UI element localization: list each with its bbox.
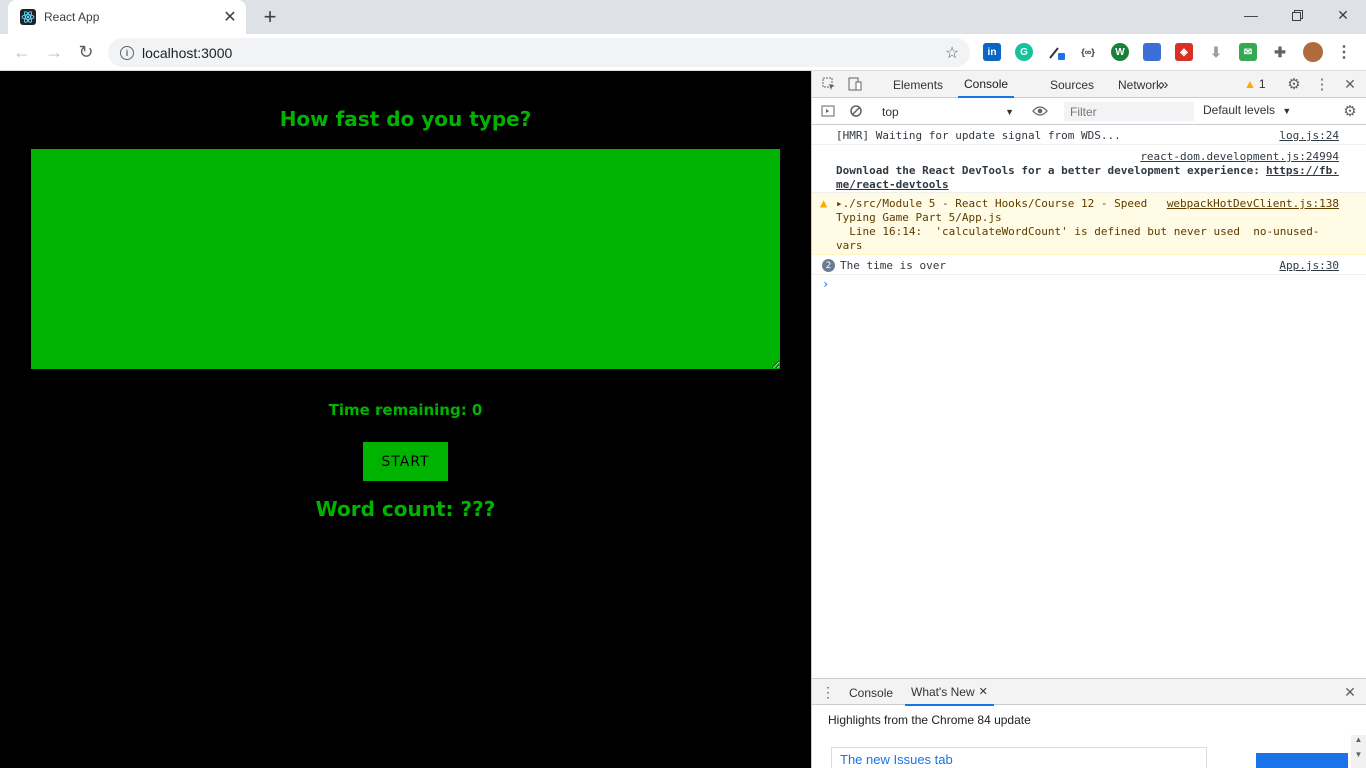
console-message: react-dom.development.js:24994 Download …	[812, 145, 1366, 193]
shield-icon[interactable]: ◈	[1175, 43, 1193, 61]
plus-icon[interactable]: +	[258, 4, 282, 29]
console-prompt[interactable]: ›	[822, 277, 829, 291]
warning-counter[interactable]: ▲ 1	[1244, 77, 1266, 91]
source-link[interactable]: log.js:24	[1279, 129, 1339, 142]
linkedin-icon[interactable]: in	[983, 43, 1001, 61]
browser-tab-strip: React App ✕ + — ✕	[0, 0, 1366, 34]
devtools-drawer-bar: ⋮ Console What's New ✕ ✕	[812, 678, 1366, 706]
devtools-panel: Elements Console Sources Network » ▲ 1 ⚙…	[811, 71, 1366, 768]
message-text: The time is over	[840, 259, 946, 272]
page-viewport: How fast do you type? Time remaining: 0 …	[0, 71, 811, 768]
reload-icon[interactable]: ↻	[74, 40, 98, 64]
console-warning: ▲ ▸./src/Module 5 - React Hooks/Course 1…	[812, 193, 1366, 255]
time-remaining: Time remaining: 0	[328, 401, 483, 419]
kebab-menu-icon[interactable]: ⋮	[1314, 76, 1330, 93]
tab-sources[interactable]: Sources	[1044, 71, 1100, 98]
warning-text[interactable]: ▸./src/Module 5 - React Hooks/Course 12 …	[836, 197, 1147, 210]
whats-new-card-title[interactable]: The new Issues tab	[840, 752, 953, 767]
gear-icon[interactable]: ⚙	[1286, 76, 1302, 93]
console-message: 2 The time is over App.js:30	[812, 255, 1366, 275]
address-bar[interactable]: i localhost:3000 ☆	[108, 38, 970, 67]
warning-count: 1	[1258, 77, 1266, 91]
filter-input[interactable]	[1064, 102, 1194, 121]
repeat-count-badge: 2	[822, 259, 835, 272]
menu-icon[interactable]: ⋮	[1335, 43, 1353, 61]
eye-icon[interactable]	[1032, 103, 1048, 119]
close-drawer-icon[interactable]: ✕	[1342, 684, 1358, 700]
log-levels-label: Default levels	[1203, 103, 1276, 117]
info-icon[interactable]: i	[120, 45, 134, 60]
log-levels-selector[interactable]: Default levels ▼	[1203, 103, 1291, 117]
page-title: How fast do you type?	[279, 107, 532, 131]
message-link[interactable]: me/react-devtools	[836, 178, 949, 191]
devtools-tabbar: Elements Console Sources Network » ▲ 1 ⚙…	[812, 71, 1366, 98]
warning-text: Line 16:14: 'calculateWordCount' is defi…	[836, 225, 1320, 238]
inspect-icon[interactable]	[821, 76, 837, 92]
chevron-down-icon: ▼	[1282, 106, 1292, 116]
download-icon[interactable]: ⬇	[1207, 43, 1225, 61]
drawer-scrollbar[interactable]: ▲ ▼	[1351, 735, 1366, 768]
tab-title: React App	[44, 10, 100, 24]
more-tabs-icon[interactable]: »	[1154, 71, 1174, 98]
drawer-menu-icon[interactable]: ⋮	[820, 684, 836, 700]
back-arrow-icon[interactable]: ←	[10, 40, 34, 64]
whats-new-image	[1256, 753, 1348, 768]
restore-icon[interactable]	[1274, 0, 1320, 30]
mail-icon[interactable]: ✉	[1239, 43, 1257, 61]
window-close-icon[interactable]: ✕	[1320, 0, 1366, 30]
whats-new-card[interactable]: The new Issues tab	[831, 747, 1207, 768]
drawer-tab-whats-new[interactable]: What's New ✕	[905, 679, 994, 706]
drawer-tab-label: What's New	[911, 684, 975, 699]
bookmark-icon[interactable]	[1143, 43, 1161, 61]
warning-text: Typing Game Part 5/App.js	[836, 211, 1002, 224]
start-button[interactable]: START	[363, 442, 448, 481]
browser-tab[interactable]: React App ✕	[8, 0, 246, 34]
source-link[interactable]: webpackHotDevClient.js:138	[1167, 197, 1339, 210]
eyedropper-icon[interactable]	[1047, 43, 1065, 61]
typing-textarea[interactable]	[31, 149, 780, 369]
puzzle-icon[interactable]: ✚	[1271, 43, 1289, 61]
close-icon[interactable]: ✕	[979, 685, 988, 698]
whats-new-heading: Highlights from the Chrome 84 update	[828, 713, 1031, 727]
close-devtools-icon[interactable]: ✕	[1342, 76, 1358, 92]
chevron-down-icon: ▼	[1005, 106, 1014, 117]
message-link[interactable]: https://fb.	[1266, 164, 1339, 177]
minimize-icon[interactable]: —	[1228, 0, 1274, 30]
tab-elements[interactable]: Elements	[887, 71, 949, 98]
clear-console-icon[interactable]	[848, 103, 864, 119]
warning-text: vars	[836, 239, 863, 252]
browser-toolbar: ← → ↻ i localhost:3000 ☆ in G {∞} W ◈ ⬇ …	[0, 34, 1366, 71]
scroll-up-icon[interactable]: ▲	[1351, 735, 1366, 744]
console-output: [HMR] Waiting for update signal from WDS…	[812, 125, 1366, 678]
scroll-down-icon[interactable]: ▼	[1351, 750, 1366, 759]
json-icon[interactable]: {∞}	[1079, 43, 1097, 61]
url-text[interactable]: localhost:3000	[142, 45, 940, 61]
tab-console[interactable]: Console	[958, 71, 1015, 98]
message-text: Download the React DevTools for a better…	[836, 164, 1260, 177]
star-icon[interactable]: ☆	[940, 41, 964, 65]
react-atom-icon	[20, 9, 36, 25]
context-selector[interactable]: top ▼	[882, 103, 1014, 120]
drawer-tab-console[interactable]: Console	[843, 679, 899, 706]
message-text: [HMR] Waiting for update signal from WDS…	[836, 129, 1121, 142]
grammarly-icon[interactable]: G	[1015, 43, 1033, 61]
console-settings-icon[interactable]: ⚙	[1342, 103, 1358, 120]
console-toolbar: top ▼ Default levels ▼ ⚙	[812, 98, 1366, 125]
extension-icon[interactable]: W	[1111, 43, 1129, 61]
word-count: Word count: ???	[315, 497, 496, 521]
console-message: [HMR] Waiting for update signal from WDS…	[812, 125, 1366, 145]
sidebar-toggle-icon[interactable]	[820, 103, 836, 119]
close-icon[interactable]: ✕	[218, 5, 242, 29]
context-label: top	[882, 104, 899, 119]
source-link[interactable]: App.js:30	[1279, 259, 1339, 272]
source-link[interactable]: react-dom.development.js:24994	[1140, 150, 1339, 163]
warning-icon: ▲	[1244, 77, 1256, 91]
device-toolbar-icon[interactable]	[847, 76, 863, 92]
warning-icon: ▲	[820, 196, 828, 210]
profile-avatar[interactable]	[1303, 42, 1323, 62]
forward-arrow-icon[interactable]: →	[42, 40, 66, 64]
